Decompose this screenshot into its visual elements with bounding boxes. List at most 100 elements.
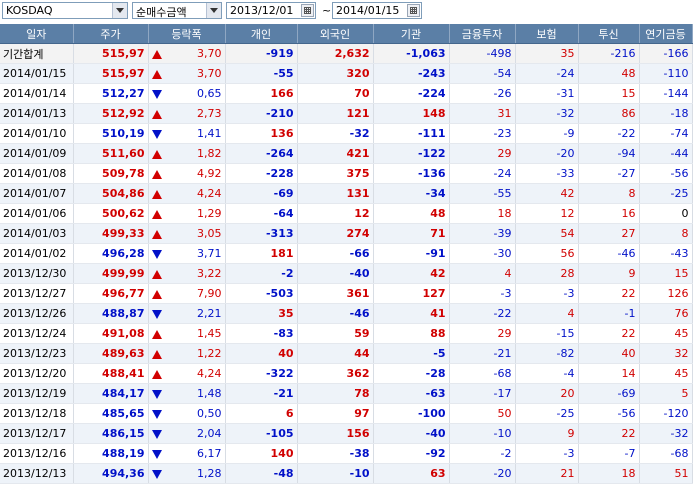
table-row[interactable]: 2013/12/17 486,15 2,04 -105 156 -40 -10 9 22 -32	[0, 423, 693, 444]
change-cell: 1,28	[148, 463, 226, 484]
fin-invest-cell: -498	[449, 43, 516, 64]
table-row[interactable]: 2014/01/09 511,60 1,82 -264 421 -122 29 -20 -94-…	[0, 143, 693, 164]
price-cell: 500,62	[73, 203, 149, 224]
table-row[interactable]: 2014/01/08 509,78 4,92 -228 375 -136 -24 -33 -27…	[0, 163, 693, 184]
col-header-pension[interactable]: 연기금등	[639, 24, 693, 44]
individual-cell: 140	[225, 443, 298, 464]
price-cell: 494,36	[73, 463, 149, 484]
table-row[interactable]: 2013/12/30 499,99 3,22 -2 -40 42 4 28 9 15	[0, 263, 693, 284]
foreign-cell: 421	[297, 143, 374, 164]
trust-cell: 40	[578, 343, 640, 364]
institution-cell: 63	[373, 463, 450, 484]
col-header-change[interactable]: 등락폭	[148, 24, 226, 44]
table-row[interactable]: 2013/12/13 494,36 1,28 -48 -10 63 -20 21 18 51	[0, 463, 693, 484]
col-header-date[interactable]: 일자	[0, 24, 74, 44]
date-cell: 2013/12/26	[0, 303, 74, 324]
chevron-down-icon[interactable]	[112, 3, 127, 18]
table-row[interactable]: 2014/01/15 515,97 3,70 -55 320 -243 -54 -24 48 -1…	[0, 63, 693, 84]
table-row[interactable]: 2014/01/07 504,86 4,24 -69 131 -34 -55 42 8 -25	[0, 183, 693, 204]
col-header-insurance[interactable]: 보험	[515, 24, 579, 44]
table-row[interactable]: 2014/01/03 499,33 3,05 -313 274 71 -39 54 27 8	[0, 223, 693, 244]
table-row[interactable]: 2013/12/24 491,08 1,45 -83 59 88 29 -15 22 45	[0, 323, 693, 344]
individual-cell: 6	[225, 403, 298, 424]
change-cell: 3,71	[148, 243, 226, 264]
institution-cell: -111	[373, 123, 450, 144]
foreign-cell: 156	[297, 423, 374, 444]
trust-cell: -216	[578, 43, 640, 64]
triangle-up-icon	[151, 109, 162, 119]
date-cell: 2013/12/16	[0, 443, 74, 464]
price-cell: 509,78	[73, 163, 149, 184]
pension-cell: -166	[639, 43, 693, 64]
change-value: 4,92	[197, 167, 222, 180]
pension-cell: -74	[639, 123, 693, 144]
individual-cell: -322	[225, 363, 298, 384]
table-row[interactable]: 2013/12/23 489,63 1,22 40 44 -5 -21 -82 40 32	[0, 343, 693, 364]
table-row[interactable]: 2013/12/16 488,19 6,17 140 -38 -92 -2 -3 -7 -68	[0, 443, 693, 464]
col-header-trust[interactable]: 투신	[578, 24, 640, 44]
col-header-institution[interactable]: 기관	[373, 24, 450, 44]
date-cell: 2014/01/08	[0, 163, 74, 184]
calendar-icon[interactable]	[301, 4, 314, 17]
trust-cell: 22	[578, 283, 640, 304]
date-cell: 2014/01/13	[0, 103, 74, 124]
individual-cell: 40	[225, 343, 298, 364]
col-header-fin-invest[interactable]: 금융투자	[449, 24, 516, 44]
fin-invest-cell: -3	[449, 283, 516, 304]
trust-cell: -69	[578, 383, 640, 404]
foreign-cell: 131	[297, 183, 374, 204]
fin-invest-cell: -68	[449, 363, 516, 384]
date-cell: 2014/01/02	[0, 243, 74, 264]
insurance-cell: 4	[515, 303, 579, 324]
table-row[interactable]: 2014/01/10 510,19 1,41 136 -32 -111 -23 -9 -22 -7…	[0, 123, 693, 144]
chevron-down-icon[interactable]	[206, 3, 221, 18]
table-row[interactable]: 2013/12/27 496,77 7,90 -503 361 127 -3 -3 22 126	[0, 283, 693, 304]
price-cell: 488,87	[73, 303, 149, 324]
table-row[interactable]: 2014/01/02 496,28 3,71 181 -66 -91 -30 56 -46 -43	[0, 243, 693, 264]
foreign-cell: -32	[297, 123, 374, 144]
insurance-cell: 12	[515, 203, 579, 224]
market-select[interactable]: KOSDAQ	[2, 2, 128, 19]
date-cell: 2014/01/10	[0, 123, 74, 144]
table-row[interactable]: 2013/12/26 488,87 2,21 35 -46 41 -22 4 -1 76	[0, 303, 693, 324]
table-row[interactable]: 2014/01/06 500,62 1,29 -64 12 48 18 12 16 0	[0, 203, 693, 224]
triangle-down-icon	[151, 309, 162, 319]
investor-trading-table: 일자 주가 등락폭 개인 외국인 기관 금융투자 보험 투신 연기금등 기간합계…	[0, 24, 693, 484]
col-header-individual[interactable]: 개인	[225, 24, 298, 44]
calendar-icon[interactable]	[407, 4, 420, 17]
change-cell: 0,50	[148, 403, 226, 424]
table-row[interactable]: 2013/12/20 488,41 4,24 -322 362 -28 -68 -4 14 45	[0, 363, 693, 384]
insurance-cell: -24	[515, 63, 579, 84]
col-header-foreign[interactable]: 외국인	[297, 24, 374, 44]
institution-cell: -5	[373, 343, 450, 364]
pension-cell: 5	[639, 383, 693, 404]
table-row[interactable]: 2013/12/19 484,17 1,48 -21 78 -63 -17 20 -69 5	[0, 383, 693, 404]
table-row[interactable]: 2013/12/18 485,65 0,50 6 97 -100 50 -25 -56 -120	[0, 403, 693, 424]
fin-invest-cell: -10	[449, 423, 516, 444]
change-value: 6,17	[197, 447, 222, 460]
start-date-field[interactable]: 2013/12/01	[226, 2, 316, 19]
fin-invest-cell: 31	[449, 103, 516, 124]
table-row[interactable]: 2014/01/13 512,92 2,73 -210 121 148 31 -32 86 -18	[0, 103, 693, 124]
date-cell: 2014/01/09	[0, 143, 74, 164]
date-cell: 2013/12/13	[0, 463, 74, 484]
change-value: 4,24	[197, 367, 222, 380]
individual-cell: -210	[225, 103, 298, 124]
metric-select[interactable]: 순매수금액	[132, 2, 222, 19]
price-cell: 515,97	[73, 43, 149, 64]
table-body: 기간합계 515,97 3,70 -919 2,632 -1,063 -498 35 -216-…	[0, 43, 693, 484]
institution-cell: 127	[373, 283, 450, 304]
table-row[interactable]: 2014/01/14 512,27 0,65 166 70 -224 -26 -31 15 -14…	[0, 83, 693, 104]
pension-cell: -68	[639, 443, 693, 464]
pension-cell: 126	[639, 283, 693, 304]
institution-cell: 148	[373, 103, 450, 124]
date-cell: 2013/12/23	[0, 343, 74, 364]
date-cell: 2013/12/18	[0, 403, 74, 424]
change-cell: 1,22	[148, 343, 226, 364]
col-header-price[interactable]: 주가	[73, 24, 149, 44]
end-date-field[interactable]: 2014/01/15	[332, 2, 422, 19]
trust-cell: -1	[578, 303, 640, 324]
total-row[interactable]: 기간합계 515,97 3,70 -919 2,632 -1,063 -498 35 -216-…	[0, 43, 693, 64]
change-cell: 2,04	[148, 423, 226, 444]
change-cell: 4,24	[148, 363, 226, 384]
